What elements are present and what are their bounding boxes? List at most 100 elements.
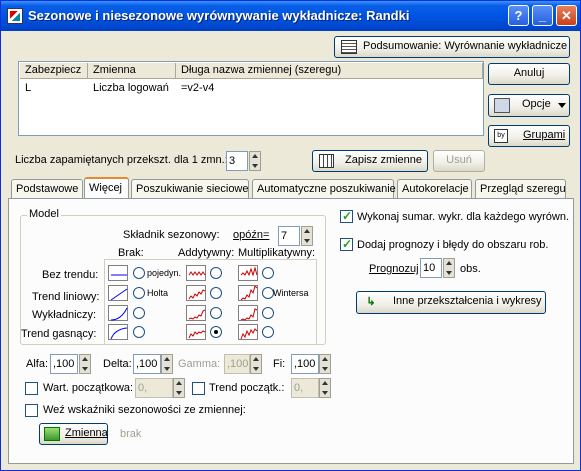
other-transforms-button[interactable]: ↳ Inne przekształcenia i wykresy: [356, 291, 546, 314]
radio-none-damped[interactable]: [133, 326, 145, 338]
remembered-input[interactable]: 3: [226, 151, 248, 171]
mult-exp-icon: [238, 305, 258, 321]
tag-winters: Wintersa: [273, 288, 309, 298]
row-no-trend: Bez trendu:: [42, 269, 99, 281]
predict-spinner[interactable]: [443, 258, 455, 278]
additive-damped-icon: [186, 324, 206, 340]
remembered-spinner[interactable]: [249, 151, 261, 171]
delta-input[interactable]: ,100: [133, 354, 161, 374]
add-forecast-checkbox[interactable]: [340, 237, 353, 251]
close-button[interactable]: ✕: [556, 5, 577, 26]
lag-input[interactable]: 7: [278, 226, 300, 246]
groups-button[interactable]: by Grupami: [488, 125, 570, 147]
delta-label: Delta:: [103, 358, 132, 370]
delta-spinner[interactable]: [161, 354, 173, 374]
gamma-spinner[interactable]: [250, 354, 262, 374]
mult-damped-icon: [238, 324, 258, 340]
radio-add-linear[interactable]: [210, 287, 222, 299]
gamma-value: ,100: [227, 358, 249, 370]
init-value-checkbox[interactable]: [25, 382, 38, 395]
cancel-button[interactable]: Anuluj: [488, 63, 570, 85]
col-mult-label: Multiplikatywny:: [238, 247, 316, 259]
fi-spinner[interactable]: [319, 354, 331, 374]
options-button[interactable]: Opcje: [488, 94, 570, 117]
variable-icon: [44, 427, 60, 441]
summary-label: Podsumowanie: Wyrównanie wykładnicze: [363, 40, 568, 52]
season-var-label: Weź wskaźniki sezonowości ze zmiennej:: [43, 404, 246, 416]
row-damped-trend: Trend gasnący:: [21, 328, 97, 340]
radio-mult-damped[interactable]: [262, 326, 274, 338]
title-bar: Sezonowe i niesezonowe wyrównywanie wykł…: [1, 1, 580, 31]
groups-label: Grupami: [523, 129, 566, 141]
table-icon: [341, 40, 357, 54]
radio-none-linear[interactable]: [133, 287, 145, 299]
linear-up-icon: [108, 285, 128, 301]
tab-series-review[interactable]: Przegląd szeregu: [475, 179, 566, 198]
tab-autocorrelations[interactable]: Autokorelacje: [397, 179, 472, 198]
minimize-button[interactable]: _: [532, 5, 553, 26]
alfa-spinner[interactable]: [79, 354, 91, 374]
init-value-input[interactable]: 0,: [135, 378, 173, 398]
obs-label: obs.: [460, 263, 481, 275]
init-value-label: Wart. początkowa:: [43, 382, 134, 394]
init-value-spinner[interactable]: [173, 378, 185, 398]
lag-value: 7: [281, 230, 288, 242]
predict-input[interactable]: 10: [420, 258, 442, 278]
col-add-label: Addytywny:: [178, 247, 235, 259]
col-none-label: Brak:: [118, 247, 144, 259]
radio-none-notrend[interactable]: [133, 267, 145, 279]
tab-auto-search[interactable]: Automatyczne poszukiwanie: [252, 179, 396, 198]
dialog-window: Sezonowe i niesezonowe wyrównywanie wykł…: [0, 0, 581, 471]
fi-input[interactable]: ,100: [291, 354, 319, 374]
chevron-down-icon: [558, 103, 566, 112]
variable-button-label: Zmienna: [65, 427, 108, 439]
list-header-long-name[interactable]: Długa nazwa zmiennej (szeregu): [176, 63, 483, 79]
list-cell-variable[interactable]: Liczba logowań: [93, 81, 169, 95]
gamma-label: Gamma:: [178, 358, 221, 370]
delete-button[interactable]: Usuń: [433, 150, 485, 172]
radio-add-damped[interactable]: [210, 326, 222, 338]
help-button[interactable]: ?: [508, 5, 529, 26]
sum-plot-checkbox[interactable]: [340, 209, 353, 223]
radio-add-notrend[interactable]: [210, 267, 222, 279]
options-icon: [494, 98, 510, 113]
groups-icon: by: [494, 129, 508, 143]
radio-none-exp[interactable]: [133, 307, 145, 319]
summary-button[interactable]: Podsumowanie: Wyrównanie wykładnicze: [334, 36, 570, 58]
list-cell-long-name[interactable]: =v2-v4: [181, 81, 214, 95]
fi-label: Fi:: [273, 358, 286, 370]
lag-spinner[interactable]: [301, 226, 313, 246]
radio-mult-exp[interactable]: [262, 307, 274, 319]
alfa-input[interactable]: ,100: [50, 354, 78, 374]
flat-line-icon: [108, 265, 128, 281]
init-trend-checkbox[interactable]: [192, 382, 205, 395]
tab-more[interactable]: Więcej: [84, 177, 129, 199]
window-title: Sezonowe i niesezonowe wyrównywanie wykł…: [28, 8, 410, 23]
list-header-variable[interactable]: Zmienna: [88, 63, 176, 79]
damped-icon: [108, 324, 128, 340]
lag-label: opóźn=: [233, 229, 270, 241]
season-var-checkbox[interactable]: [25, 404, 38, 417]
additive-exp-icon: [186, 305, 206, 321]
alfa-value: ,100: [53, 358, 75, 370]
options-label: Opcje: [522, 98, 551, 110]
radio-mult-notrend[interactable]: [262, 267, 274, 279]
fi-value: ,100: [294, 358, 316, 370]
tab-basic[interactable]: Podstawowe: [11, 179, 83, 198]
tag-holt: Holta: [147, 288, 169, 298]
radio-add-exp[interactable]: [210, 307, 222, 319]
init-trend-input[interactable]: 0,: [291, 378, 319, 398]
predict-value: 10: [423, 262, 436, 274]
save-variables-label: Zapisz zmienne: [345, 154, 423, 166]
predict-label: Prognozuj: [369, 263, 419, 275]
transform-icon: ↳: [366, 296, 376, 308]
save-variables-button[interactable]: Zapisz zmienne: [312, 150, 428, 172]
variable-list[interactable]: Zabezpiecz Zmienna Długa nazwa zmiennej …: [18, 61, 484, 136]
variable-button[interactable]: Zmienna: [39, 423, 108, 445]
gamma-input[interactable]: ,100: [224, 354, 250, 374]
init-trend-spinner[interactable]: [319, 378, 331, 398]
list-header-lock[interactable]: Zabezpiecz: [20, 63, 88, 79]
tab-grid-search[interactable]: Poszukiwanie sieciowe: [131, 179, 249, 198]
remembered-label: Liczba zapamiętanych przekszt. dla 1 zmn…: [15, 154, 228, 166]
list-cell-lock[interactable]: L: [25, 81, 31, 95]
